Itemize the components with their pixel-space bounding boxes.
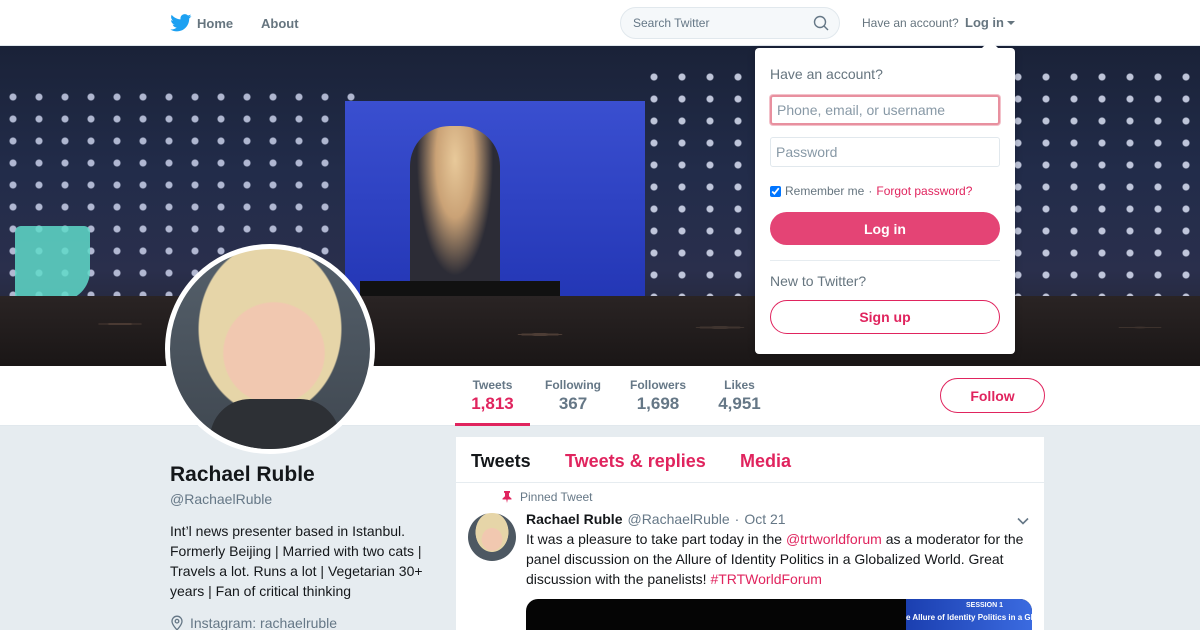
stat-label: Likes — [724, 378, 755, 392]
profile-location: Instagram: rachaelruble — [170, 615, 337, 630]
profile-avatar[interactable] — [165, 244, 375, 454]
timeline: Tweets Tweets & replies Media Pinned Twe… — [456, 437, 1044, 630]
nav-about[interactable]: About — [261, 0, 299, 46]
tweet-hashtag-link[interactable]: #TRTWorldForum — [710, 571, 822, 587]
password-field[interactable] — [770, 137, 1000, 167]
login-dropdown-title: Have an account? — [770, 66, 883, 82]
tweet-separator: · — [734, 511, 740, 527]
pinned-tweet-indicator: Pinned Tweet — [502, 490, 593, 504]
login-button[interactable]: Log in — [770, 212, 1000, 245]
search-box — [620, 7, 840, 39]
tweet-date[interactable]: Oct 21 — [744, 511, 785, 527]
tweet-text: It was a pleasure to take part today in … — [526, 529, 1026, 589]
login-dropdown: Have an account? Remember me · Forgot pa… — [755, 40, 1015, 354]
remember-separator: · — [868, 184, 873, 198]
dropdown-divider — [770, 260, 1000, 261]
remember-me-label[interactable]: Remember me — [785, 184, 864, 198]
tweet-header: Rachael Ruble @RachaelRuble · Oct 21 — [526, 511, 786, 527]
tab-media[interactable]: Media — [740, 451, 791, 472]
tweet-media[interactable]: SESSION 1 e Allure of Identity Politics … — [526, 599, 1032, 630]
caret-down-icon — [1007, 21, 1015, 25]
signup-button[interactable]: Sign up — [770, 300, 1000, 334]
stat-value: 1,698 — [636, 394, 680, 413]
tab-tweets-replies[interactable]: Tweets & replies — [565, 451, 706, 472]
tweet-avatar[interactable] — [468, 513, 516, 561]
tweet-text-part: It was a pleasure to take part today in … — [526, 531, 786, 547]
stat-followers[interactable]: Followers 1,698 — [625, 366, 691, 426]
pinned-label: Pinned Tweet — [520, 490, 593, 504]
banner-quote-mark — [15, 226, 90, 301]
stat-following[interactable]: Following 367 — [540, 366, 606, 426]
remember-row: Remember me · Forgot password? — [770, 184, 972, 198]
have-account-text: Have an account? — [862, 16, 959, 30]
media-session-text: SESSION 1 — [966, 602, 1003, 609]
login-menu-toggle[interactable]: Log in — [965, 15, 1015, 30]
stat-value: 4,951 — [718, 394, 761, 413]
tweet-author-handle[interactable]: @RachaelRuble — [627, 511, 729, 527]
twitter-bird-icon[interactable] — [170, 14, 192, 32]
follow-button[interactable]: Follow — [940, 378, 1045, 413]
search-input[interactable] — [621, 8, 801, 38]
stat-likes[interactable]: Likes 4,951 — [712, 366, 767, 426]
username-field[interactable] — [770, 95, 1000, 125]
location-pin-icon — [171, 615, 183, 630]
new-to-twitter-text: New to Twitter? — [770, 273, 867, 289]
chevron-down-icon[interactable] — [1017, 515, 1029, 527]
banner-speaker-figure — [410, 126, 500, 296]
search-icon[interactable] — [813, 15, 829, 31]
tab-tweets[interactable]: Tweets — [471, 451, 531, 472]
stat-tweets[interactable]: Tweets 1,813 — [455, 366, 530, 426]
stat-value: 1,813 — [471, 394, 514, 413]
tweet-author-name[interactable]: Rachael Ruble — [526, 511, 622, 527]
nav-home[interactable]: Home — [197, 0, 233, 46]
timeline-tabs: Tweets Tweets & replies Media — [456, 437, 1044, 483]
forgot-password-link[interactable]: Forgot password? — [876, 184, 972, 198]
stat-label: Tweets — [472, 378, 513, 392]
media-subtitle-text: e Allure of Identity Politics in a Glo — [906, 613, 1032, 622]
tweet-mention-link[interactable]: @trtworldforum — [786, 531, 882, 547]
stat-label: Following — [545, 378, 601, 392]
profile-bio: Int’l news presenter based in Istanbul. … — [170, 523, 423, 599]
profile-handle[interactable]: @RachaelRuble — [170, 491, 272, 507]
instagram-text: Instagram: rachaelruble — [190, 615, 338, 630]
login-link-label: Log in — [965, 15, 1004, 30]
stat-value: 367 — [558, 394, 588, 413]
remember-me-checkbox[interactable] — [770, 185, 781, 197]
top-nav: Home About Have an account? Log in — [0, 0, 1200, 46]
stat-label: Followers — [629, 378, 686, 392]
profile-name[interactable]: Rachael Ruble — [170, 463, 315, 487]
pin-icon — [502, 491, 512, 503]
